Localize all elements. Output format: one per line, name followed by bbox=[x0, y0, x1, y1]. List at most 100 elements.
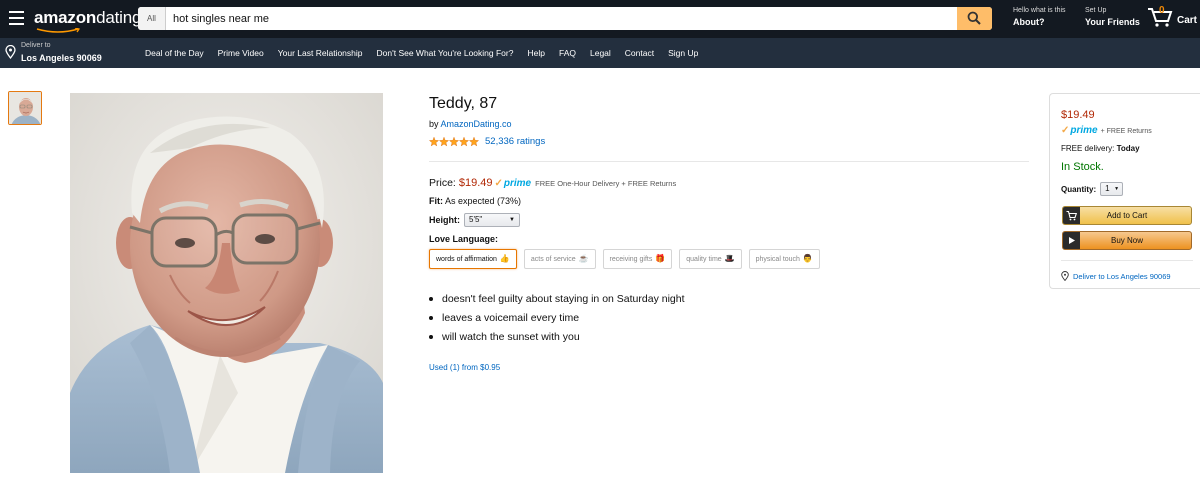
product-thumbnail[interactable] bbox=[8, 91, 42, 125]
setup-big-text: Your Friends bbox=[1085, 17, 1140, 27]
nav-link-sign-up[interactable]: Sign Up bbox=[668, 48, 698, 58]
list-item: doesn't feel guilty about staying in on … bbox=[429, 292, 685, 311]
delivery-label: FREE delivery: bbox=[1061, 144, 1115, 153]
thumbs-up-icon: 👍 bbox=[499, 254, 510, 263]
product-title: Teddy, 87 bbox=[429, 95, 498, 112]
section-divider bbox=[429, 161, 1029, 162]
nav-link-prime-video[interactable]: Prime Video bbox=[218, 48, 264, 58]
product-main-image bbox=[70, 93, 383, 473]
ratings-count-link[interactable]: 52,336 ratings bbox=[485, 136, 545, 147]
fit-value: As expected (73%) bbox=[445, 196, 522, 206]
gift-icon: 🎁 bbox=[655, 254, 666, 263]
feature-bullets: doesn't feel guilty about staying in on … bbox=[429, 292, 685, 349]
delivery-day: Today bbox=[1116, 144, 1140, 153]
star-rating-icons bbox=[429, 136, 479, 146]
love-language-receiving-gifts[interactable]: receiving gifts 🎁 bbox=[602, 249, 673, 269]
price-row: Price: $19.49 ✓ prime FREE One-Hour Deliv… bbox=[429, 177, 676, 189]
star-icon bbox=[458, 136, 470, 146]
location-pin-icon bbox=[1061, 271, 1069, 281]
buy-now-button[interactable]: Buy Now bbox=[1062, 231, 1192, 250]
search-bar: All bbox=[138, 7, 992, 30]
hamburger-menu-icon[interactable] bbox=[9, 11, 24, 25]
buybox-price: $19.49 bbox=[1061, 109, 1095, 121]
love-language-words-of-affirmation[interactable]: words of affirmation 👍 bbox=[429, 249, 517, 269]
search-input[interactable] bbox=[168, 7, 958, 30]
used-offers-link[interactable]: Used (1) from $0.95 bbox=[429, 363, 500, 372]
byline-label: by bbox=[429, 119, 441, 129]
love-language-acts-of-service[interactable]: acts of service ☕ bbox=[523, 249, 596, 269]
nav-link-faq[interactable]: FAQ bbox=[559, 48, 576, 58]
quantity-label: Quantity: bbox=[1061, 184, 1097, 194]
subnav-links: Deal of the Day Prime Video Your Last Re… bbox=[145, 48, 712, 58]
prime-check-icon: ✓ bbox=[1061, 125, 1070, 136]
quantity-value: 1 bbox=[1105, 184, 1110, 193]
chip-label: quality time bbox=[686, 256, 722, 263]
play-icon bbox=[1063, 232, 1080, 249]
nav-link-legal[interactable]: Legal bbox=[590, 48, 611, 58]
coffee-icon: ☕ bbox=[578, 254, 589, 263]
buybox-delivery: FREE delivery: Today bbox=[1061, 144, 1140, 153]
thumbnail-portrait-image bbox=[9, 92, 41, 124]
amazon-dating-logo[interactable]: amazondating bbox=[34, 8, 141, 28]
person-icon: 👨 bbox=[802, 254, 813, 263]
star-icon bbox=[438, 136, 450, 146]
height-row: Height: 5'5" ▼ bbox=[429, 213, 520, 227]
deliver-to-city: Los Angeles 90069 bbox=[21, 53, 102, 63]
cart-count: 0 bbox=[1159, 5, 1165, 16]
buybox-deliver-to-link[interactable]: Deliver to Los Angeles 90069 bbox=[1061, 271, 1171, 281]
nav-link-last-relationship[interactable]: Your Last Relationship bbox=[278, 48, 363, 58]
search-button[interactable] bbox=[957, 7, 992, 30]
prime-label: prime bbox=[503, 178, 532, 189]
prime-check-icon: ✓ bbox=[494, 178, 503, 189]
love-language-options: words of affirmation 👍 acts of service ☕… bbox=[429, 249, 827, 269]
prime-badge: ✓ prime bbox=[495, 178, 532, 189]
quantity-row: Quantity: 1 ▼ bbox=[1061, 182, 1124, 196]
chip-label: acts of service bbox=[530, 256, 576, 263]
buybox-prime-badge: ✓ prime bbox=[1061, 125, 1098, 136]
price-label: Price: bbox=[429, 177, 456, 189]
stock-status: In Stock. bbox=[1061, 161, 1104, 173]
chip-label: words of affirmation bbox=[436, 256, 497, 263]
account-menu[interactable]: Hello what is this About? bbox=[1013, 6, 1066, 28]
chip-label: receiving gifts bbox=[609, 256, 653, 263]
setup-friends-menu[interactable]: Set Up Your Friends bbox=[1085, 6, 1140, 28]
love-language-quality-time[interactable]: quality time 🎩 bbox=[679, 249, 742, 269]
buy-box: $19.49 ✓ prime + FREE Returns FREE delive… bbox=[1049, 93, 1200, 289]
secondary-navigation-bar: Deliver to Los Angeles 90069 Deal of the… bbox=[0, 38, 1200, 68]
height-dropdown[interactable]: 5'5" ▼ bbox=[464, 213, 520, 227]
top-navigation-bar: amazondating All Hello what is this Abou… bbox=[0, 0, 1200, 38]
list-item: leaves a voicemail every time bbox=[429, 311, 685, 330]
price-value: $19.49 bbox=[458, 177, 493, 189]
nav-link-contact[interactable]: Contact bbox=[625, 48, 654, 58]
buybox-divider bbox=[1061, 260, 1193, 261]
quantity-dropdown[interactable]: 1 ▼ bbox=[1100, 182, 1124, 196]
add-to-cart-button[interactable]: Add to Cart bbox=[1062, 206, 1192, 225]
fit-row: Fit: As expected (73%) bbox=[429, 196, 521, 206]
setup-small-text: Set Up bbox=[1085, 7, 1107, 14]
byline: by AmazonDating.co bbox=[429, 119, 512, 129]
add-to-cart-label: Add to Cart bbox=[1106, 211, 1148, 220]
search-icon bbox=[967, 11, 981, 25]
love-language-label: Love Language: bbox=[429, 234, 499, 244]
fit-label: Fit: bbox=[429, 196, 443, 206]
star-rating[interactable]: 52,336 ratings bbox=[429, 136, 545, 147]
logo-main-text: amazon bbox=[34, 8, 97, 27]
love-language-physical-touch[interactable]: physical touch 👨 bbox=[748, 249, 820, 269]
account-greeting: Hello what is this bbox=[1013, 7, 1066, 14]
location-pin-icon bbox=[5, 45, 16, 59]
cart-icon bbox=[1063, 207, 1080, 224]
cart-button[interactable]: 0 Cart bbox=[1147, 5, 1197, 31]
search-category-dropdown[interactable]: All bbox=[138, 7, 166, 30]
nav-link-help[interactable]: Help bbox=[527, 48, 544, 58]
cart-label: Cart bbox=[1177, 15, 1198, 26]
logo-sub-text: dating bbox=[96, 8, 142, 27]
buybox-prime-label: prime bbox=[1070, 125, 1098, 136]
chevron-down-icon: ▼ bbox=[509, 217, 515, 223]
brand-link[interactable]: AmazonDating.co bbox=[441, 119, 512, 129]
nav-link-dont-see[interactable]: Don't See What You're Looking For? bbox=[377, 48, 514, 58]
height-label: Height: bbox=[429, 215, 460, 225]
star-icon bbox=[448, 136, 460, 146]
nav-link-deal-of-the-day[interactable]: Deal of the Day bbox=[145, 48, 204, 58]
height-selected-value: 5'5" bbox=[469, 215, 483, 224]
buy-now-label: Buy Now bbox=[1110, 236, 1143, 245]
